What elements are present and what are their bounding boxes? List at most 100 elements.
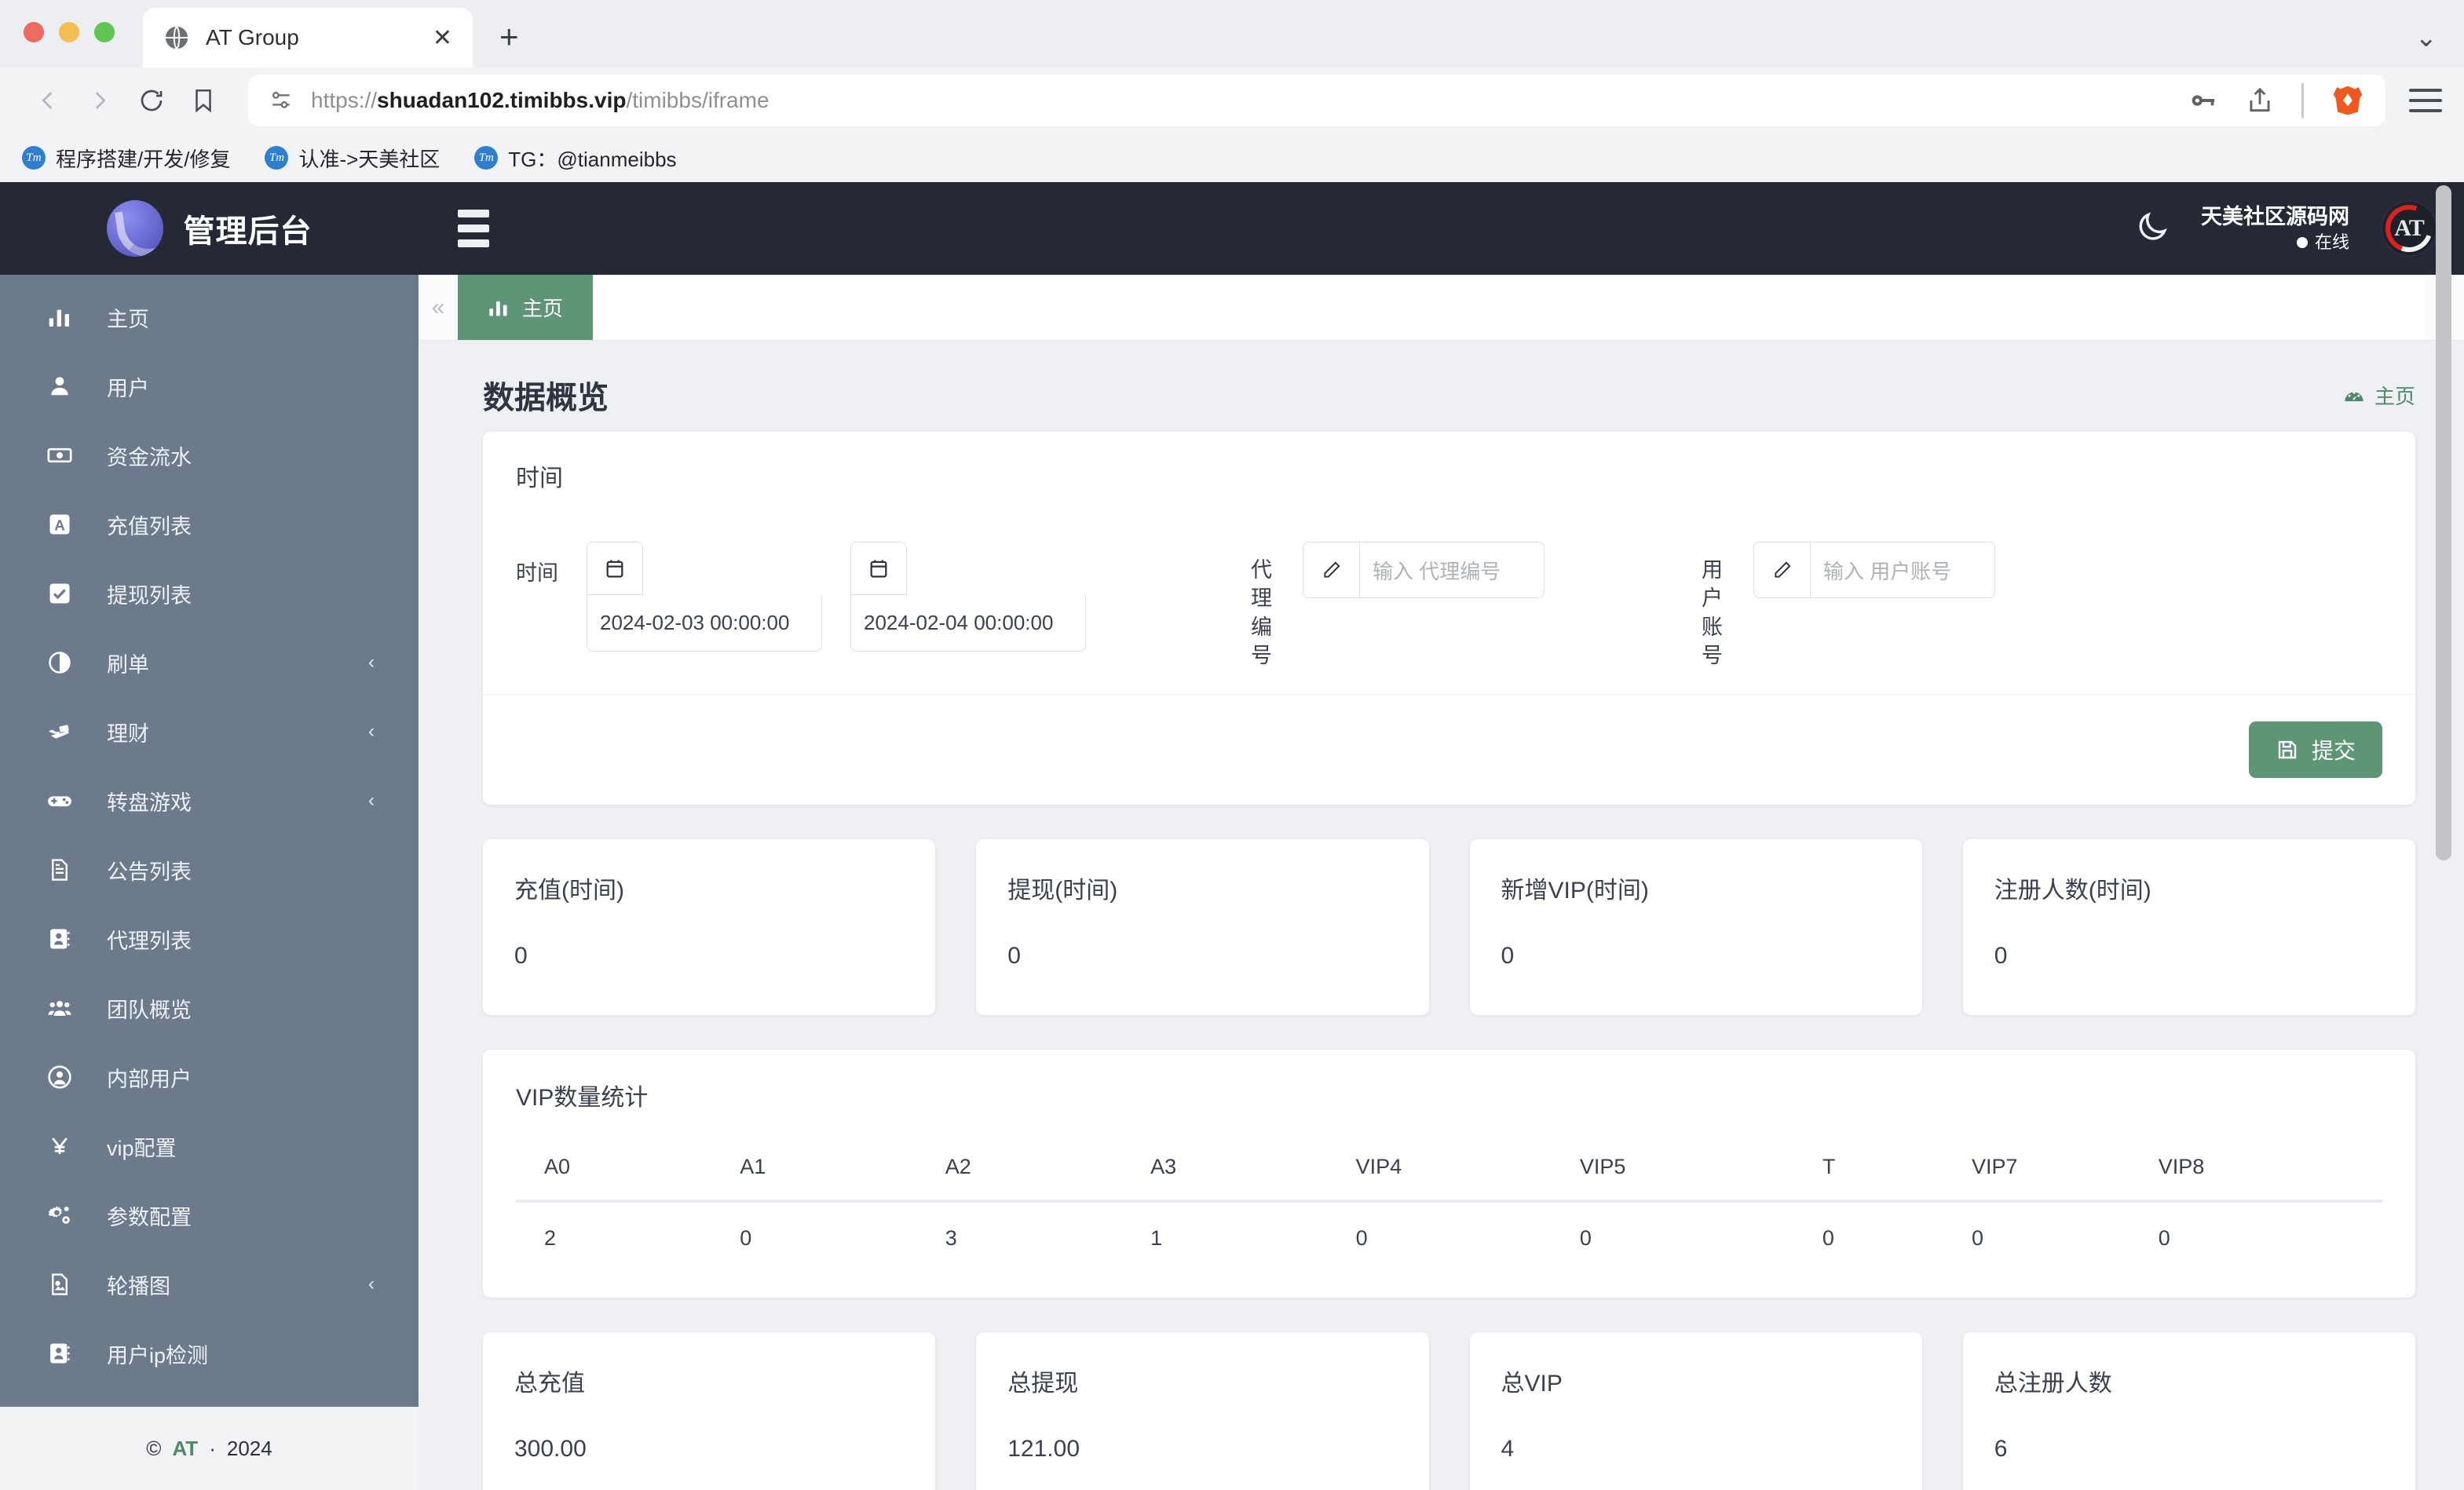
tab-home[interactable]: 主页: [458, 275, 594, 340]
calendar-icon[interactable]: [850, 542, 907, 595]
sidebar-item-recharge-list[interactable]: A 充值列表: [0, 490, 419, 559]
submit-button[interactable]: 提交: [2248, 721, 2382, 778]
table-cell: 0: [1355, 1225, 1368, 1250]
sidebar-item-label: 提现列表: [107, 583, 192, 608]
sidebar-item-home[interactable]: 主页: [0, 283, 419, 352]
sidebar-item-label: vip配置: [107, 1136, 177, 1160]
stat-label: 注册人数(时间): [1994, 877, 2151, 904]
sidebar-item-users[interactable]: 用户: [0, 352, 419, 421]
close-window-button[interactable]: [24, 22, 44, 42]
users-icon: [44, 996, 75, 1020]
table-column-header: VIP5: [1579, 1154, 1626, 1178]
page-tabbar: « 主页 »: [419, 275, 2464, 341]
app-logo-icon: [106, 200, 163, 257]
bookmark-page-button[interactable]: [177, 75, 229, 126]
table-cell: 0: [1822, 1225, 1834, 1250]
bar-chart-icon: [44, 305, 75, 330]
footer-brand: AT: [172, 1436, 199, 1460]
bookmark-label: 认准->天美社区: [298, 147, 441, 171]
chevron-down-icon[interactable]: ⌄: [2415, 22, 2438, 53]
reload-button[interactable]: [126, 75, 177, 126]
share-icon[interactable]: [2245, 86, 2275, 115]
table-cell: 0: [1579, 1225, 1592, 1250]
moon-icon[interactable]: [2135, 210, 2170, 248]
table-head: A0 A1 A2 A3 VIP4 VIP5 T VIP7 VIP8: [516, 1155, 2382, 1201]
stat-label: 新增VIP(时间): [1501, 877, 1649, 904]
time-label: 时间: [516, 561, 558, 585]
user-name: 天美社区源码网: [2201, 204, 2349, 228]
sidebar-item-agent-list[interactable]: 代理列表: [0, 904, 419, 973]
bookmark-item[interactable]: Tm 认准->天美社区: [265, 144, 440, 173]
sidebar-item-params-config[interactable]: 参数配置: [0, 1181, 419, 1250]
site-settings-icon[interactable]: [269, 88, 294, 113]
browser-menu-button[interactable]: [2409, 89, 2442, 112]
bookmark-item[interactable]: Tm 程序搭建/开发/修复: [22, 144, 230, 173]
tabbar-spacer: [593, 275, 2425, 340]
sidebar-item-announcements[interactable]: 公告列表: [0, 835, 419, 904]
tabbar-scroll-left[interactable]: «: [419, 275, 458, 340]
bookmark-label: 程序搭建/开发/修复: [56, 147, 231, 171]
svg-text:A: A: [54, 517, 65, 534]
close-icon[interactable]: ✕: [433, 24, 452, 52]
save-icon: [2278, 740, 2297, 758]
sidebar-item-label: 刷单: [107, 652, 149, 677]
stat-card-total-registrations: 总注册人数 6: [1962, 1331, 2415, 1490]
table-cell: 0: [1972, 1225, 1984, 1250]
brave-lion-icon[interactable]: [2331, 83, 2365, 118]
forward-button[interactable]: [74, 75, 126, 126]
new-tab-button[interactable]: +: [499, 20, 519, 68]
back-button[interactable]: [22, 75, 74, 126]
sidebar-item-fund-flow[interactable]: 资金流水: [0, 421, 419, 490]
minimize-window-button[interactable]: [59, 22, 79, 42]
sidebar-item-shuadan[interactable]: 刷单 ‹: [0, 628, 419, 697]
password-key-icon[interactable]: [2187, 85, 2218, 116]
chevron-left-icon: ‹: [368, 1273, 375, 1295]
end-date-input[interactable]: 2024-02-04 00:00:00: [850, 595, 1086, 652]
chevron-left-icon: [42, 92, 53, 109]
table-cell: 0: [2158, 1225, 2170, 1250]
stat-label: 总注册人数: [1994, 1370, 2112, 1397]
user-account-input[interactable]: 输入 用户账号: [1810, 542, 1995, 598]
stat-card-period-withdraw: 提现(时间) 0: [976, 838, 1429, 1015]
contrast-icon: [44, 651, 75, 674]
browser-tabstrip: AT Group ✕ + ⌄: [0, 0, 2464, 68]
scrollbar-thumb[interactable]: [2436, 185, 2451, 860]
start-date-input[interactable]: 2024-02-03 00:00:00: [587, 595, 822, 652]
dashboard-gauge-icon: [2345, 391, 2363, 402]
browser-tab[interactable]: AT Group ✕: [143, 8, 473, 68]
calendar-icon[interactable]: [587, 542, 643, 595]
sidebar-item-vip-config[interactable]: vip配置: [0, 1112, 419, 1181]
page-scrollbar[interactable]: [2436, 185, 2451, 1490]
pencil-icon: [1303, 542, 1359, 598]
user-info[interactable]: 天美社区源码网 在线: [2201, 203, 2349, 254]
maximize-window-button[interactable]: [94, 22, 115, 42]
breadcrumb[interactable]: 主页: [2343, 381, 2415, 410]
agent-id-input[interactable]: 输入 代理编号: [1359, 542, 1545, 598]
chevron-left-icon: ‹: [368, 721, 375, 742]
sidebar-item-label: 转盘游戏: [107, 791, 192, 815]
breadcrumb-label: 主页: [2374, 384, 2415, 408]
filter-row: 时间 2024-02-03 00:00:00 2024-02-04 00:00:…: [516, 542, 2382, 694]
sidebar-item-label: 代理列表: [107, 929, 192, 953]
sidebar-item-internal-users[interactable]: 内部用户: [0, 1043, 419, 1112]
stat-card-period-new-vip: 新增VIP(时间) 0: [1469, 838, 1922, 1015]
sidebar-item-team-overview[interactable]: 团队概览: [0, 973, 419, 1043]
sidebar-item-withdraw-list[interactable]: 提现列表: [0, 559, 419, 628]
app-main: 天美社区源码网 在线 AT « 主页 »: [419, 182, 2464, 1490]
sidebar-item-user-ip-check[interactable]: 用户ip检测: [0, 1319, 419, 1388]
address-bar[interactable]: https://shuadan102.timibbs.vip/timibbs/i…: [248, 75, 2385, 126]
page-viewport: 管理后台 主页 用户 资金流水 A 充值列表 提现列表 刷单 ‹ 理财 ‹ 转盘…: [0, 182, 2464, 1490]
sidebar-toggle-button[interactable]: [458, 210, 489, 247]
table-column-header: A1: [740, 1154, 766, 1178]
letter-a-icon: A: [44, 513, 75, 536]
app-brand[interactable]: 管理后台: [0, 182, 419, 275]
stat-value: 300.00: [514, 1435, 587, 1462]
sidebar-item-finance[interactable]: 理财 ‹: [0, 697, 419, 766]
avatar[interactable]: AT: [2381, 200, 2437, 257]
sidebar-item-carousel[interactable]: 轮播图 ‹: [0, 1250, 419, 1319]
sidebar-item-wheel-game[interactable]: 转盘游戏 ‹: [0, 766, 419, 835]
contact-card-icon: [44, 1342, 75, 1365]
bookmark-item[interactable]: Tm TG：@tianmeibbs: [474, 144, 677, 173]
gears-icon: [44, 1203, 75, 1228]
table-cell: 2: [544, 1225, 557, 1250]
